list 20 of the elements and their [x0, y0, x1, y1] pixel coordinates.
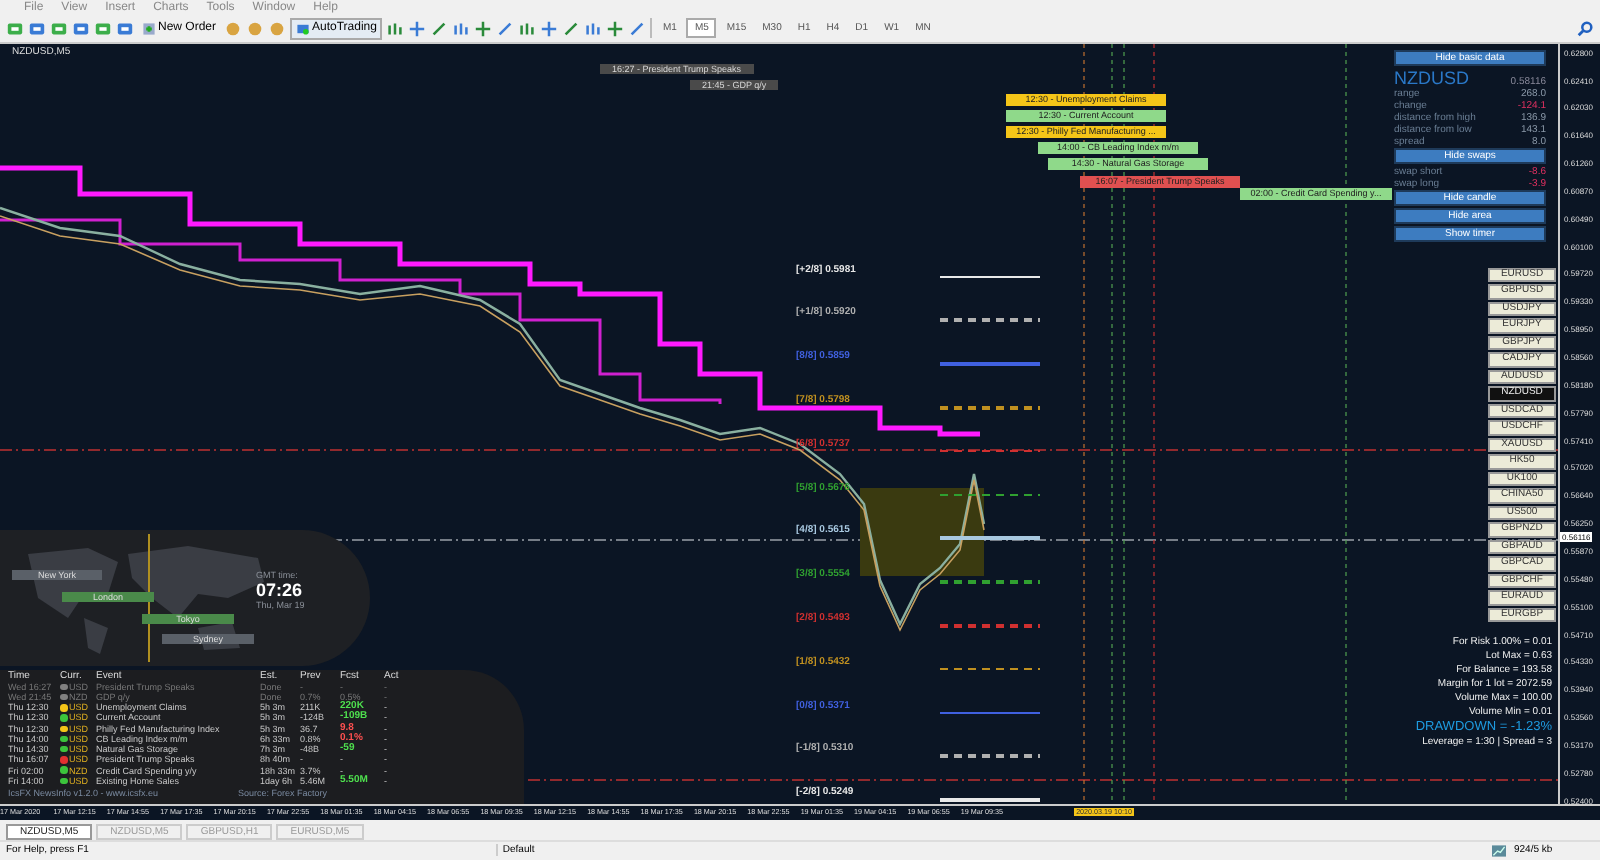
toolbar-icon[interactable]: [496, 19, 515, 38]
search-icon[interactable]: [1576, 19, 1594, 38]
toolbar-icon[interactable]: [606, 19, 625, 38]
toolbar-icon[interactable]: [540, 19, 559, 38]
toolbar-icon[interactable]: [562, 19, 581, 38]
toolbar-icon[interactable]: [386, 19, 405, 38]
robot-icon: [296, 21, 311, 36]
toolbar-icon[interactable]: [430, 19, 449, 38]
toolbar-icon[interactable]: [628, 19, 647, 38]
toolbar-icon[interactable]: [518, 19, 537, 38]
range-zone: [860, 487, 984, 576]
toolbar-icon[interactable]: [452, 19, 471, 38]
clock-time: 07:26: [256, 579, 303, 600]
time-marker-line: [148, 533, 150, 662]
toolbar-icon[interactable]: [408, 19, 427, 38]
connection-icon: [1492, 843, 1506, 858]
toolbar-icon[interactable]: [474, 19, 493, 38]
plus-icon: [142, 21, 156, 36]
symbol-name: NZDUSD: [1394, 67, 1469, 88]
toolbar-icon[interactable]: [584, 19, 603, 38]
